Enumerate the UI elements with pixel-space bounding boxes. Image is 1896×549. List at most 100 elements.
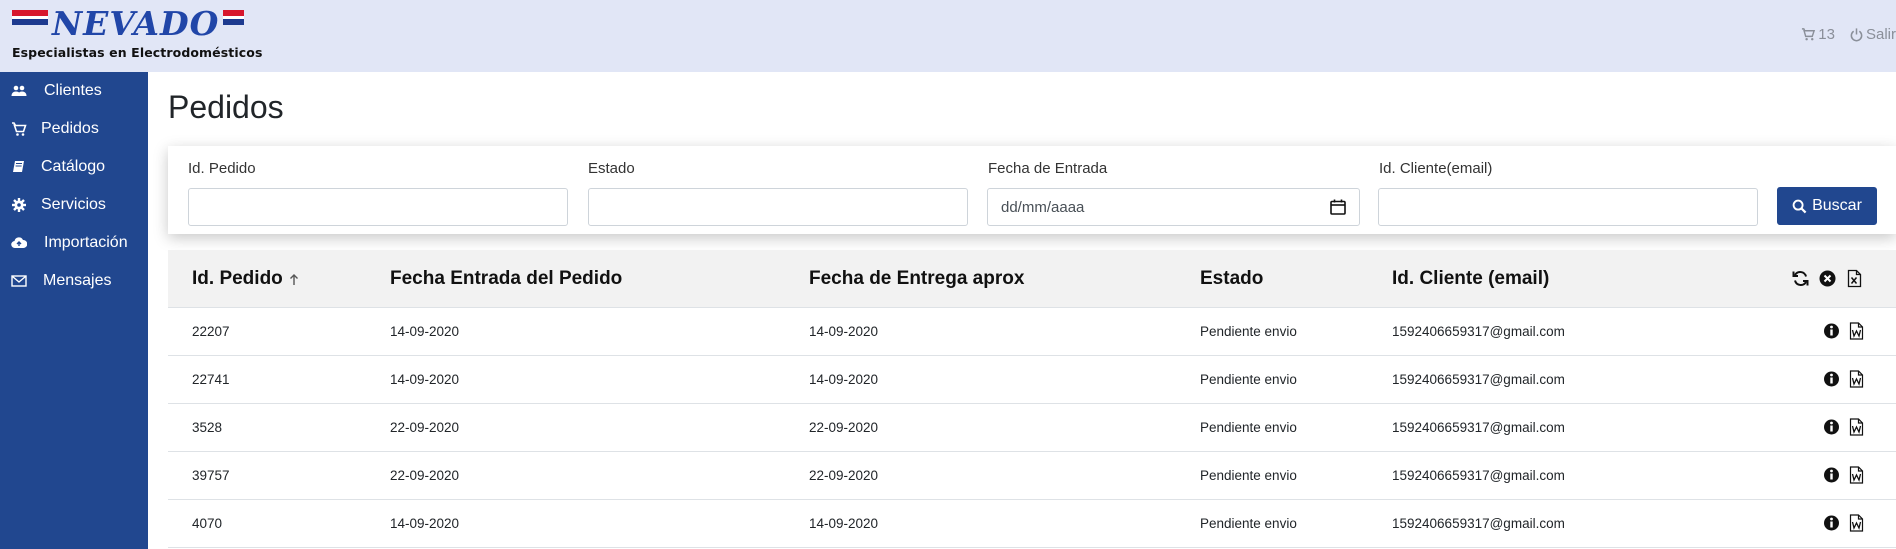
cell-status: Pendiente envio [1200,468,1297,483]
cell-entry-date: 14-09-2020 [390,516,460,531]
sidebar-label: Importación [44,234,128,251]
cell-order-id: 3528 [192,420,223,435]
logout-label: Salir [1865,25,1896,43]
cell-order-id: 4070 [192,516,223,531]
word-document-icon[interactable] [1848,322,1865,340]
column-header-delivery-date[interactable]: Fecha de Entrega aprox [809,268,1024,290]
sidebar-item-pedidos[interactable]: Pedidos [0,110,148,148]
column-header-order-id[interactable]: Id. Pedido [192,268,300,290]
cell-delivery-date: 14-09-2020 [809,372,879,387]
sidebar-label: Mensajes [43,272,112,289]
clear-filters-icon[interactable] [1818,269,1837,288]
entry-date-input[interactable]: dd/mm/aaaa [987,188,1360,226]
status-input[interactable] [588,188,968,226]
cell-delivery-date: 22-09-2020 [809,468,879,483]
cell-order-id: 22741 [192,372,230,387]
entry-date-label: Fecha de Entrada [988,160,1108,177]
status-label: Estado [588,160,635,177]
table-row[interactable]: 22741 14-09-2020 14-09-2020 Pendiente envio… [168,356,1896,404]
envelope-icon [11,275,27,287]
cloud-upload-icon [11,237,27,249]
logout-link[interactable]: Salir [1849,26,1896,43]
search-button-label: Buscar [1812,197,1862,214]
cart-count: 13 [1818,25,1835,43]
sidebar-label: Clientes [44,82,102,99]
nevado-logo[interactable]: NEVADO Especialistas en Electrodoméstico… [12,6,262,60]
client-input[interactable] [1378,188,1758,226]
calendar-icon[interactable] [1329,198,1347,216]
word-document-icon[interactable] [1848,514,1865,532]
entry-date-placeholder: dd/mm/aaaa [1001,198,1085,216]
row-actions [1823,370,1865,388]
info-icon[interactable] [1823,370,1840,388]
excel-export-icon[interactable] [1845,269,1864,288]
search-button[interactable]: Buscar [1777,187,1877,225]
cart-link[interactable]: 13 [1801,26,1835,43]
cell-status: Pendiente envio [1200,324,1297,339]
column-header-entry-date[interactable]: Fecha Entrada del Pedido [390,268,622,290]
order-id-input[interactable] [188,188,568,226]
column-header-status[interactable]: Estado [1200,268,1263,290]
cell-client-email: 1592406659317@gmail.com [1392,324,1565,339]
gear-icon [12,198,26,212]
page-title: Pedidos [168,89,284,125]
cart-icon [1802,27,1816,40]
refresh-icon[interactable] [1791,269,1810,288]
cell-order-id: 22207 [192,324,230,339]
column-header-client[interactable]: Id. Cliente (email) [1392,268,1549,290]
power-icon [1850,27,1863,41]
search-icon [1792,199,1807,213]
cell-entry-date: 22-09-2020 [390,420,460,435]
book-icon [13,161,24,172]
word-document-icon[interactable] [1848,418,1865,436]
info-icon[interactable] [1823,418,1840,436]
word-document-icon[interactable] [1848,370,1865,388]
cell-delivery-date: 14-09-2020 [809,324,879,339]
sidebar-item-importacion[interactable]: Importación [0,224,148,262]
info-icon[interactable] [1823,322,1840,340]
row-actions [1823,466,1865,484]
info-icon[interactable] [1823,514,1840,532]
table-row[interactable]: 4070 14-09-2020 14-09-2020 Pendiente envio 1… [168,500,1896,548]
header-actions: 13 Salir [1801,24,1896,44]
order-id-label: Id. Pedido [188,160,256,177]
sort-asc-icon [289,274,298,285]
top-header: NEVADO Especialistas en Electrodoméstico… [0,0,1896,72]
table-actions [1791,269,1864,288]
cell-status: Pendiente envio [1200,372,1297,387]
client-label: Id. Cliente(email) [1379,160,1493,177]
cell-entry-date: 22-09-2020 [390,468,460,483]
cell-client-email: 1592406659317@gmail.com [1392,420,1565,435]
cell-client-email: 1592406659317@gmail.com [1392,516,1565,531]
info-icon[interactable] [1823,466,1840,484]
cell-delivery-date: 22-09-2020 [809,420,879,435]
table-row[interactable]: 3528 22-09-2020 22-09-2020 Pendiente envio 1… [168,404,1896,452]
cell-status: Pendiente envio [1200,516,1297,531]
sidebar-item-catalogo[interactable]: Catálogo [0,148,148,186]
cell-client-email: 1592406659317@gmail.com [1392,372,1565,387]
row-actions [1823,322,1865,340]
sidebar-item-servicios[interactable]: Servicios [0,186,148,224]
sidebar-label: Servicios [41,196,106,213]
filter-panel: Id. Pedido Estado Fecha de Entrada dd/mm… [168,146,1896,234]
cell-entry-date: 14-09-2020 [390,372,460,387]
logo-brand: NEVADO [48,6,224,42]
logo-tagline: Especialistas en Electrodomésticos [12,45,263,60]
cart-icon [12,122,27,136]
word-document-icon[interactable] [1848,466,1865,484]
row-actions [1823,514,1865,532]
sidebar-item-mensajes[interactable]: Mensajes [0,262,148,300]
users-icon [11,85,27,96]
sidebar-label: Pedidos [41,120,99,137]
sidebar: Clientes Pedidos Catálogo Servicios Impo… [0,72,148,549]
cell-entry-date: 14-09-2020 [390,324,460,339]
cell-order-id: 39757 [192,468,230,483]
table-header: Id. Pedido Fecha Entrada del Pedido Fech… [168,250,1896,308]
row-actions [1823,418,1865,436]
sidebar-label: Catálogo [41,158,106,175]
table-row[interactable]: 39757 22-09-2020 22-09-2020 Pendiente envio… [168,452,1896,500]
sidebar-item-clientes[interactable]: Clientes [0,72,148,110]
table-row[interactable]: 22207 14-09-2020 14-09-2020 Pendiente envio… [168,308,1896,356]
cell-delivery-date: 14-09-2020 [809,516,879,531]
cell-client-email: 1592406659317@gmail.com [1392,468,1565,483]
